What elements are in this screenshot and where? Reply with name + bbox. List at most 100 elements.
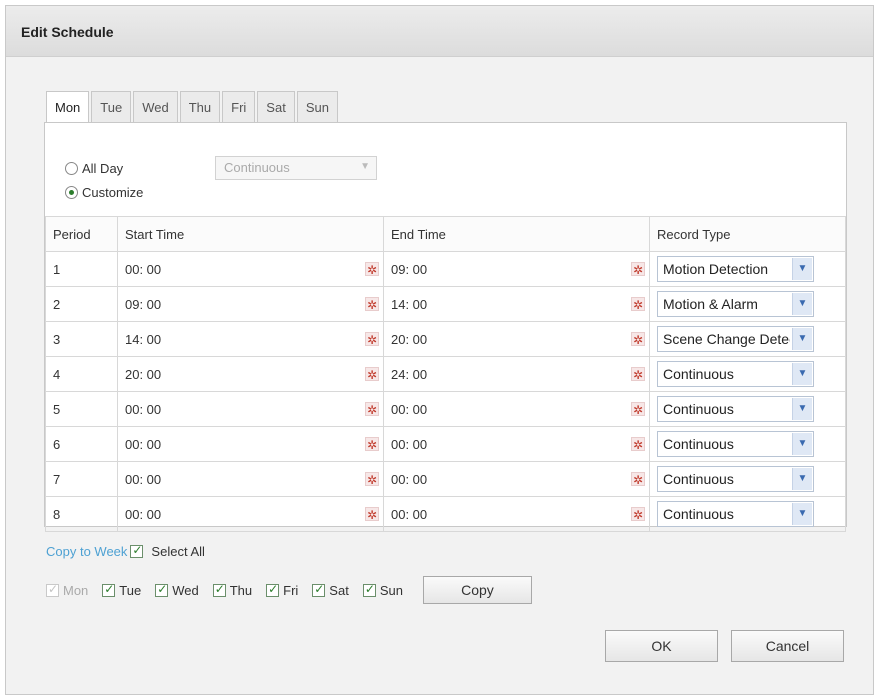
chevron-down-icon[interactable]: ▼ xyxy=(792,433,812,455)
clock-icon[interactable]: ✲ xyxy=(631,437,645,452)
clock-icon[interactable]: ✲ xyxy=(365,507,379,522)
start-time-field[interactable]: 00: 00 ✲ xyxy=(117,251,384,287)
chevron-down-icon[interactable]: ▼ xyxy=(792,468,812,490)
day-tabs: Mon Tue Wed Thu Fri Sat Sun xyxy=(46,91,340,123)
wed-checkbox[interactable] xyxy=(155,582,169,597)
sat-checkbox[interactable] xyxy=(312,582,326,597)
clock-icon[interactable]: ✲ xyxy=(631,402,645,417)
clock-icon[interactable]: ✲ xyxy=(631,507,645,522)
record-type-select[interactable]: Continuous ▼ xyxy=(657,466,814,492)
end-time-field[interactable]: 00: 00 ✲ xyxy=(383,461,650,497)
copy-day-tue[interactable]: Tue xyxy=(102,582,142,598)
all-day-option[interactable]: All Day xyxy=(65,161,123,176)
tab-thu[interactable]: Thu xyxy=(179,91,221,122)
period-cell: 5 xyxy=(45,391,118,427)
start-time-field[interactable]: 00: 00 ✲ xyxy=(117,391,384,427)
copy-day-sat[interactable]: Sat xyxy=(312,582,349,598)
record-type-value: Continuous xyxy=(663,401,734,417)
period-cell: 8 xyxy=(45,496,118,532)
tab-wed[interactable]: Wed xyxy=(133,91,178,122)
clock-icon[interactable]: ✲ xyxy=(631,367,645,382)
day-label: Sat xyxy=(329,582,349,598)
record-type-select[interactable]: Continuous ▼ xyxy=(657,501,814,527)
select-all-checkbox[interactable] xyxy=(130,543,144,558)
record-type-select[interactable]: Continuous ▼ xyxy=(657,396,814,422)
tue-checkbox[interactable] xyxy=(102,582,116,597)
clock-icon[interactable]: ✲ xyxy=(365,437,379,452)
chevron-down-icon[interactable]: ▼ xyxy=(792,503,812,525)
customize-label: Customize xyxy=(82,185,144,200)
table-header-row: Period Start Time End Time Record Type xyxy=(45,216,846,252)
ok-button[interactable]: OK xyxy=(605,630,718,662)
end-time-field[interactable]: 20: 00 ✲ xyxy=(383,321,650,357)
clock-icon[interactable]: ✲ xyxy=(631,332,645,347)
tab-sun[interactable]: Sun xyxy=(296,91,338,122)
period-header: Period xyxy=(45,216,118,252)
start-time-field[interactable]: 00: 00 ✲ xyxy=(117,496,384,532)
record-type-select[interactable]: Motion Detection ▼ xyxy=(657,256,814,282)
thu-checkbox[interactable] xyxy=(212,582,226,597)
fri-checkbox[interactable] xyxy=(266,582,280,597)
clock-icon[interactable]: ✲ xyxy=(631,472,645,487)
end-time-value: 00: 00 xyxy=(391,506,428,522)
start-time-field[interactable]: 00: 00 ✲ xyxy=(117,426,384,462)
period-cell: 2 xyxy=(45,286,118,322)
copy-day-wed[interactable]: Wed xyxy=(155,582,199,598)
end-time-field[interactable]: 00: 00 ✲ xyxy=(383,426,650,462)
clock-icon[interactable]: ✲ xyxy=(365,297,379,312)
clock-icon[interactable]: ✲ xyxy=(365,472,379,487)
day-label: Tue xyxy=(119,582,142,598)
chevron-down-icon[interactable]: ▼ xyxy=(792,398,812,420)
end-time-field[interactable]: 00: 00 ✲ xyxy=(383,496,650,532)
tab-tue[interactable]: Tue xyxy=(91,91,132,122)
end-time-field[interactable]: 14: 00 ✲ xyxy=(383,286,650,322)
period-cell: 7 xyxy=(45,461,118,497)
record-type-select[interactable]: Motion & Alarm ▼ xyxy=(657,291,814,317)
chevron-down-icon[interactable]: ▼ xyxy=(792,328,812,350)
record-type-value: Continuous xyxy=(663,471,734,487)
period-cell: 6 xyxy=(45,426,118,462)
end-time-field[interactable]: 24: 00 ✲ xyxy=(383,356,650,392)
cancel-button[interactable]: Cancel xyxy=(731,630,844,662)
chevron-down-icon[interactable]: ▼ xyxy=(792,258,812,280)
copy-day-fri[interactable]: Fri xyxy=(266,582,298,598)
record-type-select[interactable]: Scene Change Detection▼ xyxy=(657,326,814,352)
end-time-field[interactable]: 09: 00 ✲ xyxy=(383,251,650,287)
chevron-down-icon[interactable]: ▼ xyxy=(792,363,812,385)
all-day-radio[interactable] xyxy=(65,162,78,175)
table-row: 6 00: 00 ✲ 00: 00 ✲ Continuous ▼ xyxy=(45,426,846,462)
record-type-select[interactable]: Continuous ▼ xyxy=(657,361,814,387)
clock-icon[interactable]: ✲ xyxy=(365,402,379,417)
chevron-down-icon[interactable]: ▼ xyxy=(792,293,812,315)
record-type-select[interactable]: Continuous ▼ xyxy=(657,431,814,457)
record-type-cell: Continuous ▼ xyxy=(649,426,846,462)
tab-label: Tue xyxy=(100,99,123,115)
tab-mon[interactable]: Mon xyxy=(46,91,90,123)
record-type-cell: Motion Detection ▼ xyxy=(649,251,846,287)
day-label: Mon xyxy=(63,582,89,598)
copy-day-sun[interactable]: Sun xyxy=(362,582,403,598)
clock-icon[interactable]: ✲ xyxy=(365,262,379,277)
tab-fri[interactable]: Fri xyxy=(222,91,256,122)
start-time-field[interactable]: 00: 00 ✲ xyxy=(117,461,384,497)
start-time-field[interactable]: 14: 00 ✲ xyxy=(117,321,384,357)
start-time-field[interactable]: 09: 00 ✲ xyxy=(117,286,384,322)
dialog-title: Edit Schedule xyxy=(21,24,114,40)
end-time-value: 00: 00 xyxy=(391,436,428,452)
day-label: Wed xyxy=(172,582,199,598)
clock-icon[interactable]: ✲ xyxy=(365,367,379,382)
table-row: 3 14: 00 ✲ 20: 00 ✲ Scene Change Detection▼ xyxy=(45,321,846,357)
clock-icon[interactable]: ✲ xyxy=(365,332,379,347)
sun-checkbox[interactable] xyxy=(362,582,376,597)
clock-icon[interactable]: ✲ xyxy=(631,297,645,312)
end-time-field[interactable]: 00: 00 ✲ xyxy=(383,391,650,427)
customize-option[interactable]: Customize xyxy=(65,185,143,200)
copy-button[interactable]: Copy xyxy=(422,576,532,604)
customize-radio[interactable] xyxy=(65,186,78,199)
copy-day-thu[interactable]: Thu xyxy=(212,582,252,598)
tab-label: Sun xyxy=(305,99,329,115)
start-time-field[interactable]: 20: 00 ✲ xyxy=(117,356,384,392)
clock-icon[interactable]: ✲ xyxy=(631,262,645,277)
tab-sat[interactable]: Sat xyxy=(257,91,295,122)
end-time-value: 20: 00 xyxy=(391,331,428,347)
